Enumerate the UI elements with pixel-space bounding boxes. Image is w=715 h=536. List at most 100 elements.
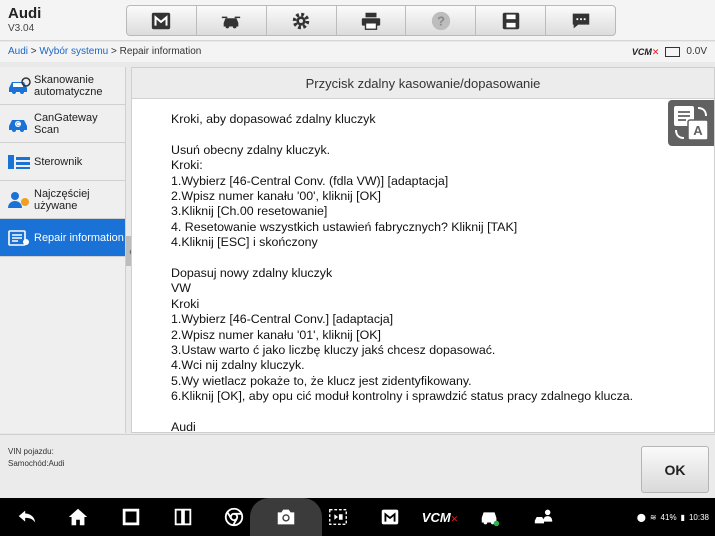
- battery-voltage-icon: [665, 47, 681, 57]
- brand-name: Audi: [8, 5, 42, 22]
- favorites-user-icon: [6, 189, 32, 211]
- diagnostics-home-icon: [381, 509, 399, 525]
- remote-expert-icon: [534, 509, 553, 524]
- svg-text:A: A: [693, 123, 703, 138]
- breadcrumb-current: Repair information: [119, 46, 202, 57]
- instruction-line: 6.Kliknij [OK], aby opu cić moduł kontro…: [171, 389, 634, 404]
- instruction-line: Audi: [171, 420, 196, 432]
- settings-button[interactable]: [267, 6, 337, 35]
- svg-text:?: ?: [437, 13, 445, 28]
- repair-info-icon: [6, 227, 32, 249]
- home-nav-button[interactable]: [65, 498, 91, 536]
- vehicle-swap-button[interactable]: [197, 6, 267, 35]
- repair-info-panel: Przycisk zdalny kasowanie/dopasowanie Kr…: [131, 67, 715, 433]
- instruction-line: Dopasuj nowy zdalny kluczyk: [171, 266, 333, 281]
- sidebar-item-cangateway-scan[interactable]: C CanGateway Scan: [0, 105, 125, 143]
- system-status: ⬤ ≋ 41% ▮ 10:38: [637, 498, 709, 536]
- ok-button[interactable]: OK: [641, 446, 709, 493]
- home-button[interactable]: [127, 6, 197, 35]
- sidebar-item-label: CanGateway Scan: [34, 111, 98, 136]
- sidebar-item-label: Najczęściej używane: [34, 187, 90, 212]
- translate-button[interactable]: A: [668, 100, 714, 146]
- wifi-icon: ≋: [649, 512, 657, 522]
- help-icon: ?: [431, 11, 451, 30]
- printer-icon: [361, 12, 381, 30]
- clock: 10:38: [688, 512, 709, 522]
- sidebar-item-label: Skanowanie automatyczne: [34, 73, 103, 98]
- sidebar-item-controller[interactable]: Sterownik: [0, 143, 125, 181]
- instruction-line: Kroki: [171, 296, 200, 311]
- battery-percent: 41%: [660, 512, 677, 522]
- sidebar-item-auto-scan[interactable]: Skanowanie automatyczne: [0, 67, 125, 105]
- sidebar: Skanowanie automatyczne C CanGateway Sca…: [0, 67, 126, 433]
- instruction-line: Kroki:: [171, 158, 203, 173]
- split-screen-button[interactable]: [170, 498, 196, 536]
- sidebar-item-most-used[interactable]: Najczęściej używane: [0, 181, 125, 219]
- camera-icon: [277, 509, 295, 525]
- back-button[interactable]: [14, 498, 40, 536]
- save-button[interactable]: [476, 6, 547, 35]
- message-button[interactable]: [546, 6, 615, 35]
- location-icon: ⬤: [636, 512, 646, 522]
- sidebar-item-repair-information[interactable]: Repair information: [0, 219, 125, 257]
- translate-icon: A: [674, 106, 709, 141]
- help-button[interactable]: ?: [406, 6, 477, 35]
- app-version: V3.04: [8, 23, 35, 34]
- sidebar-item-label: Sterownik: [34, 155, 83, 168]
- chrome-icon: [224, 507, 244, 527]
- split-screen-icon: [174, 508, 192, 526]
- instruction-line: 1.Wybierz [46-Central Conv. (fdla VW)] […: [171, 173, 449, 188]
- footer-bar: VIN pojazdu: Samochód:Audi OK: [0, 434, 715, 498]
- sidebar-item-label: Repair information: [34, 231, 124, 244]
- instruction-line: Usuń obecny zdalny kluczyk.: [171, 142, 331, 157]
- instruction-line: 1.Wybierz [46-Central Conv.] [adaptacja]: [171, 312, 394, 327]
- breadcrumb-bar: Audi > Wybór systemu > Repair informatio…: [0, 42, 715, 62]
- breadcrumb: Audi > Wybór systemu > Repair informatio…: [8, 42, 201, 62]
- instruction-line: 4.Kliknij [ESC] i skończony: [171, 235, 318, 250]
- breadcrumb-system-select[interactable]: Wybór systemu: [39, 46, 108, 57]
- instruction-line: 4.Wci nij zdalny kluczyk.: [171, 358, 305, 373]
- gateway-car-icon: C: [6, 113, 32, 135]
- print-button[interactable]: [337, 6, 407, 35]
- vehicle-connect-button[interactable]: [477, 498, 503, 536]
- instruction-line: 3.Kliknij [Ch.00 resetowanie]: [171, 204, 328, 219]
- vehicle-swap-icon: [222, 16, 241, 28]
- save-icon: [502, 12, 519, 29]
- screen-record-button[interactable]: [325, 498, 351, 536]
- breadcrumb-audi[interactable]: Audi: [8, 46, 28, 57]
- voltage-value: 0.0V: [686, 46, 707, 57]
- connection-status: VCM✕ 0.0V: [632, 42, 707, 62]
- battery-icon: ▮: [680, 512, 685, 522]
- screenshot-button[interactable]: [273, 498, 299, 536]
- control-unit-icon: [6, 151, 32, 173]
- vcm-nav-icon: VCM✕: [421, 509, 459, 525]
- brand: Audi V3.04: [8, 5, 41, 36]
- remote-expert-button[interactable]: [531, 498, 557, 536]
- settings-gear-icon: [292, 12, 310, 29]
- instruction-line: 5.Wy wietlacz pokaże to, że klucz jest z…: [171, 373, 472, 388]
- svg-text:C: C: [16, 122, 20, 128]
- recents-button[interactable]: [118, 498, 144, 536]
- diagnostics-home-button[interactable]: [377, 498, 403, 536]
- breadcrumb-separator: >: [108, 46, 120, 57]
- instruction-line: 2.Wpisz numer kanału '00', kliknij [OK]: [171, 189, 381, 204]
- vin-label: VIN pojazdu:: [8, 447, 54, 456]
- car-connect-icon: [481, 512, 500, 527]
- auto-scan-car-icon: [6, 75, 32, 97]
- panel-title: Przycisk zdalny kasowanie/dopasowanie: [132, 68, 714, 99]
- back-arrow-icon: [18, 510, 36, 523]
- instruction-line: Kroki, aby dopasować zdalny kluczyk: [171, 112, 376, 126]
- vcm-status-button[interactable]: VCM✕: [421, 498, 459, 536]
- instruction-line: 2.Wpisz numer kanału '01', kliknij [OK]: [171, 327, 381, 342]
- recents-icon: [122, 508, 140, 526]
- browser-button[interactable]: [221, 498, 247, 536]
- toolbar: ?: [126, 5, 616, 36]
- home-icon: [152, 12, 171, 29]
- app-header: Audi V3.04 ?: [0, 0, 715, 41]
- car-label: Samochód:Audi: [8, 459, 65, 468]
- screen-capture-icon: [329, 508, 347, 526]
- house-icon: [68, 508, 88, 526]
